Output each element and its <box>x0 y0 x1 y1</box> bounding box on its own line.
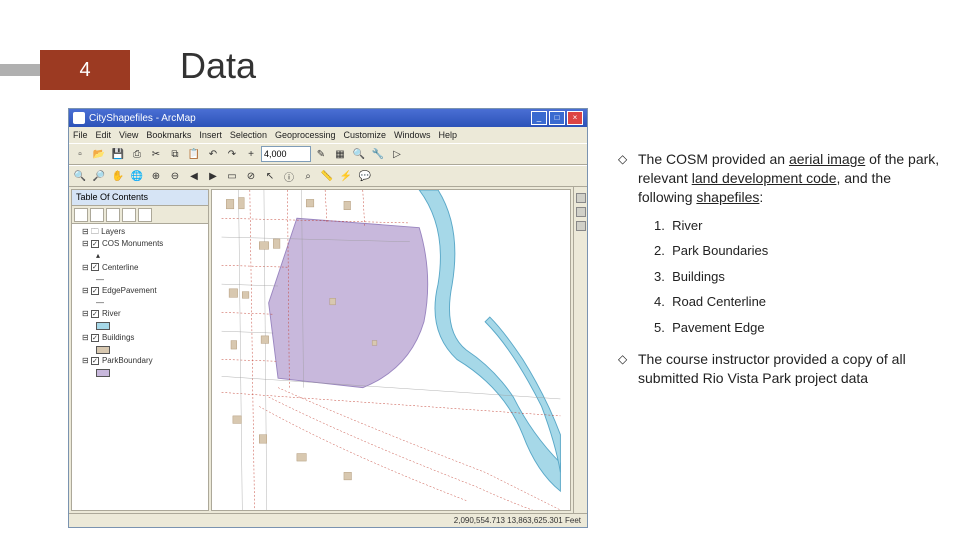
back-icon[interactable]: ◀ <box>185 167 203 185</box>
undo-icon[interactable]: ↶ <box>204 145 222 163</box>
page-number-badge: 4 <box>40 50 130 90</box>
full-extent-icon[interactable]: 🌐 <box>128 167 146 185</box>
open-icon[interactable]: 📂 <box>90 145 108 163</box>
editor-icon[interactable]: ✎ <box>312 145 330 163</box>
menu-customize[interactable]: Customize <box>344 130 387 140</box>
catalog-dock-icon[interactable] <box>576 193 586 203</box>
list-item: 2. Park Boundaries <box>654 242 948 260</box>
table-of-contents: Table Of Contents ⊟ 🗀 Layers ⊟ ✓COS Monu… <box>71 189 209 511</box>
maximize-button[interactable]: □ <box>549 111 565 125</box>
bullet-2: The course instructor provided a copy of… <box>618 350 948 388</box>
menu-file[interactable]: File <box>73 130 88 140</box>
cut-icon[interactable]: ✂ <box>147 145 165 163</box>
measure-icon[interactable]: 📏 <box>318 167 336 185</box>
menu-bookmarks[interactable]: Bookmarks <box>146 130 191 140</box>
list-by-selection-icon[interactable] <box>122 208 136 222</box>
paste-icon[interactable]: 📋 <box>185 145 203 163</box>
pan-icon[interactable]: ✋ <box>109 167 127 185</box>
copy-icon[interactable]: ⧉ <box>166 145 184 163</box>
titlebar[interactable]: CityShapefiles - ArcMap _ □ × <box>69 109 587 127</box>
search-icon[interactable]: 🔍 <box>350 145 368 163</box>
status-bar: 2,090,554.713 13,863,625.301 Feet <box>69 513 587 527</box>
map-canvas[interactable] <box>211 189 571 511</box>
list-by-source-icon[interactable] <box>90 208 104 222</box>
menu-geoprocessing[interactable]: Geoprocessing <box>275 130 336 140</box>
print-icon[interactable]: ⎙ <box>128 145 146 163</box>
menu-selection[interactable]: Selection <box>230 130 267 140</box>
zoom-in-icon[interactable]: 🔍 <box>71 167 89 185</box>
list-by-drawing-icon[interactable] <box>74 208 88 222</box>
save-icon[interactable]: 💾 <box>109 145 127 163</box>
html-popup-icon[interactable]: 💬 <box>356 167 374 185</box>
identify-icon[interactable]: ⓘ <box>280 167 298 185</box>
forward-icon[interactable]: ▶ <box>204 167 222 185</box>
list-item: 5. Pavement Edge <box>654 319 948 337</box>
toolbar-standard: ▫ 📂 💾 ⎙ ✂ ⧉ 📋 ↶ ↷ + ✎ ▦ 🔍 🔧 ▷ <box>69 143 587 165</box>
search-dock-icon[interactable] <box>576 207 586 217</box>
toc-title: Table Of Contents <box>72 190 208 206</box>
hyperlink-icon[interactable]: ⚡ <box>337 167 355 185</box>
toolbar-tools: 🔍 🔎 ✋ 🌐 ⊕ ⊖ ◀ ▶ ▭ ⊘ ↖ ⓘ ⌕ 📏 ⚡ 💬 <box>69 165 587 187</box>
menu-windows[interactable]: Windows <box>394 130 431 140</box>
menu-bar[interactable]: File Edit View Bookmarks Insert Selectio… <box>69 127 587 143</box>
shapefile-list: 1. River 2. Park Boundaries 3. Buildings… <box>618 217 948 337</box>
menu-help[interactable]: Help <box>439 130 458 140</box>
arctoolbox-dock-icon[interactable] <box>576 221 586 231</box>
zoom-out-icon[interactable]: 🔎 <box>90 167 108 185</box>
select-icon[interactable]: ▭ <box>223 167 241 185</box>
add-data-icon[interactable]: + <box>242 145 260 163</box>
toc-tree[interactable]: ⊟ 🗀 Layers ⊟ ✓COS Monuments ▴ ⊟ ✓Centerl… <box>72 224 208 510</box>
slide-body: The COSM provided an aerial image of the… <box>618 150 948 398</box>
new-icon[interactable]: ▫ <box>71 145 89 163</box>
python-icon[interactable]: ▷ <box>388 145 406 163</box>
redo-icon[interactable]: ↷ <box>223 145 241 163</box>
slide-title: Data <box>180 45 256 87</box>
list-by-visibility-icon[interactable] <box>106 208 120 222</box>
select-elements-icon[interactable]: ↖ <box>261 167 279 185</box>
menu-edit[interactable]: Edit <box>96 130 112 140</box>
fixed-zoom-in-icon[interactable]: ⊕ <box>147 167 165 185</box>
window-title: CityShapefiles - ArcMap <box>89 113 196 124</box>
find-icon[interactable]: ⌕ <box>299 167 317 185</box>
bullet-1: The COSM provided an aerial image of the… <box>618 150 948 207</box>
close-button[interactable]: × <box>567 111 583 125</box>
menu-insert[interactable]: Insert <box>199 130 222 140</box>
list-item: 3. Buildings <box>654 268 948 286</box>
right-dock <box>573 187 587 513</box>
menu-view[interactable]: View <box>119 130 138 140</box>
minimize-button[interactable]: _ <box>531 111 547 125</box>
list-item: 4. Road Centerline <box>654 293 948 311</box>
toc-button-row <box>72 206 208 224</box>
app-icon <box>73 112 85 124</box>
arcmap-window: CityShapefiles - ArcMap _ □ × File Edit … <box>68 108 588 528</box>
list-item: 1. River <box>654 217 948 235</box>
coordinates-readout: 2,090,554.713 13,863,625.301 Feet <box>454 516 581 525</box>
arctoolbox-icon[interactable]: 🔧 <box>369 145 387 163</box>
scale-input[interactable] <box>261 146 311 162</box>
map-svg <box>212 190 570 510</box>
options-icon[interactable] <box>138 208 152 222</box>
fixed-zoom-out-icon[interactable]: ⊖ <box>166 167 184 185</box>
catalog-icon[interactable]: ▦ <box>331 145 349 163</box>
clear-selection-icon[interactable]: ⊘ <box>242 167 260 185</box>
